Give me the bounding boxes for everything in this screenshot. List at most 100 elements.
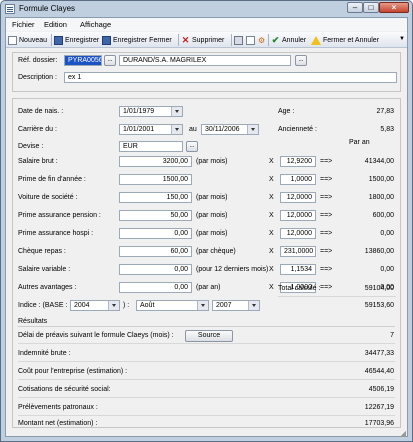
row-multiply-sign: X — [269, 230, 274, 237]
menu-edition[interactable]: Edition — [44, 20, 67, 29]
row-multiply-sign: X — [269, 266, 274, 273]
resize-grip-icon[interactable] — [400, 431, 406, 437]
row-factor-field[interactable]: 12,0000 — [280, 210, 316, 221]
row-amount-field[interactable]: 50,00 — [119, 210, 192, 221]
devise-field[interactable]: EUR — [119, 141, 183, 152]
row-amount-field[interactable]: 3200,00 — [119, 156, 192, 167]
total-value: 59104,00 — [364, 285, 394, 292]
prelevements-value: 12267,19 — [364, 404, 394, 411]
row-multiply-sign: X — [269, 284, 274, 291]
cotisations-label: Cotisations de sécurité social: — [18, 386, 111, 393]
montant-value: 17703,96 — [364, 420, 394, 427]
row-unit-label: (par chèque) — [196, 248, 236, 255]
row-arrow: ==> — [320, 266, 333, 273]
row-result-value: 1500,00 — [368, 176, 394, 183]
carriere-to-picker[interactable]: 30/11/2006 — [201, 124, 259, 135]
row-factor-field[interactable]: 12,0000 — [280, 228, 316, 239]
indice-year-select[interactable]: 2007 — [212, 300, 260, 311]
preview-button[interactable] — [246, 35, 257, 46]
enregistrer-fermer-button[interactable]: Enregistrer Fermer — [102, 35, 172, 46]
row-factor-field[interactable]: 12,9200 — [280, 156, 316, 167]
row-label: Prime de fin d'année : — [18, 176, 86, 183]
application-window: Formule Clayes – □ × Fichier Edition Aff… — [0, 0, 413, 442]
row-factor-field[interactable]: 12,0000 — [280, 192, 316, 203]
row-label: Voiture de société : — [18, 194, 78, 201]
supprimer-label: Supprimer — [192, 37, 225, 44]
source-button[interactable]: Source — [185, 330, 233, 342]
supprimer-button[interactable]: ✕ Supprimer — [181, 35, 225, 46]
indice-base-select[interactable]: 2004 — [70, 300, 120, 311]
result-separator — [18, 397, 395, 398]
row-arrow: ==> — [320, 284, 333, 291]
prelevements-label: Prélèvements patronaux : — [18, 404, 98, 411]
nouveau-label: Nouveau — [19, 37, 48, 44]
row-factor-field[interactable]: 1,1534 — [280, 264, 316, 275]
carriere-from-picker[interactable]: 1/01/2001 — [119, 124, 183, 135]
row-result-value: 13860,00 — [364, 248, 394, 255]
enregistrer-button[interactable]: Enregistrer — [54, 35, 99, 46]
preavis-label: Délai de préavis suivant le formule Clae… — [18, 332, 174, 339]
row-amount-field[interactable]: 0,00 — [119, 228, 192, 239]
annuler-button[interactable]: ✔ Annuler — [271, 35, 306, 46]
description-field[interactable]: ex 1 — [64, 72, 397, 83]
date-naissance-picker[interactable]: 1/01/1979 — [119, 106, 183, 117]
close-button[interactable]: × — [379, 2, 409, 13]
row-label: Prime assurance pension : — [18, 212, 101, 219]
window-client-area: Fichier Edition Affichage Nouveau Enregi… — [5, 17, 408, 437]
calculation-panel: Date de nais. : 1/01/1979 Age : 27,83 Ca… — [12, 98, 401, 428]
row-amount-field[interactable]: 1500,00 — [119, 174, 192, 185]
row-arrow: ==> — [320, 212, 333, 219]
row-unit-label: (pour 12 derniers mois) — [196, 266, 269, 273]
preavis-value: 7 — [390, 332, 394, 339]
new-document-icon — [8, 36, 17, 45]
row-factor-field[interactable]: 1,0000 — [280, 174, 316, 185]
client-browse-button[interactable]: ... — [295, 55, 307, 66]
row-amount-field[interactable]: 150,00 — [119, 192, 192, 203]
row-arrow: ==> — [320, 176, 333, 183]
row-multiply-sign: X — [269, 194, 274, 201]
fermer-annuler-label: Fermer et Annuler — [323, 37, 380, 44]
annuler-label: Annuler — [282, 37, 307, 44]
ref-dossier-field[interactable]: PYRA0056 — [64, 55, 102, 66]
date-naissance-label: Date de nais. : — [18, 108, 64, 115]
row-multiply-sign: X — [269, 158, 274, 165]
indice-month-select[interactable]: Août — [136, 300, 209, 311]
maximize-button[interactable]: □ — [363, 2, 379, 13]
row-arrow: ==> — [320, 248, 333, 255]
title-bar[interactable]: Formule Clayes – □ × — [1, 1, 412, 17]
anciennete-value: 5,83 — [380, 126, 394, 133]
devise-label: Devise : — [18, 143, 44, 150]
toolbar-overflow-icon[interactable]: ▼ — [399, 36, 405, 42]
total-divider — [278, 296, 396, 297]
row-label: Autres avantages : — [18, 284, 77, 291]
row-label: Chèque repas : — [18, 248, 66, 255]
result-separator — [18, 361, 395, 362]
toolbar: Nouveau Enregistrer Enregistrer Fermer ✕… — [6, 32, 407, 48]
resultats-divider — [18, 326, 395, 327]
print-icon — [234, 36, 243, 45]
save-icon — [54, 36, 63, 45]
row-unit-label: (par mois) — [196, 212, 228, 219]
au-label: au — [189, 126, 197, 133]
menu-affichage[interactable]: Affichage — [80, 20, 111, 29]
row-amount-field[interactable]: 0,00 — [119, 282, 192, 293]
menu-fichier[interactable]: Fichier — [12, 20, 35, 29]
row-amount-field[interactable]: 0,00 — [119, 264, 192, 275]
fermer-annuler-button[interactable]: Fermer et Annuler — [311, 35, 379, 46]
devise-browse-button[interactable]: ... — [186, 141, 198, 152]
ref-browse-button[interactable]: ... — [104, 55, 116, 66]
nouveau-button[interactable]: Nouveau — [8, 35, 47, 46]
row-result-value: 0,00 — [380, 266, 394, 273]
row-arrow: ==> — [320, 194, 333, 201]
montant-label: Montant net (estimation) : — [18, 420, 98, 427]
app-icon — [5, 4, 15, 14]
ref-dossier-label: Réf. dossier: — [18, 57, 58, 64]
print-button[interactable] — [234, 35, 245, 46]
indice-sep-label: ) : — [123, 302, 130, 309]
dossier-panel: Réf. dossier: PYRA0056 ... DURAND/S.A. M… — [12, 52, 401, 92]
client-field[interactable]: DURAND/S.A. MAGRILEX — [119, 55, 291, 66]
row-amount-field[interactable]: 60,00 — [119, 246, 192, 257]
minimize-button[interactable]: – — [347, 2, 363, 13]
row-factor-field[interactable]: 231,0000 — [280, 246, 316, 257]
row-unit-label: (par mois) — [196, 158, 228, 165]
